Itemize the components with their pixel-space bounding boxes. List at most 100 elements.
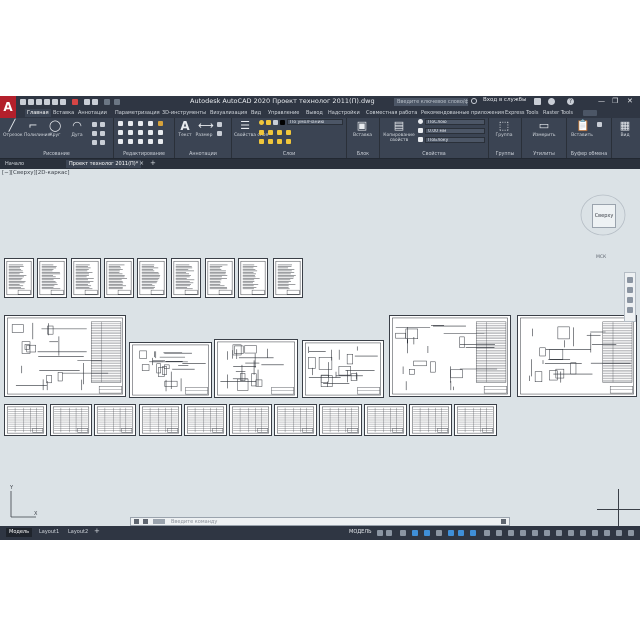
annotation-scale-icon[interactable] [520, 530, 526, 536]
view-button[interactable]: ▦ Вид [616, 120, 634, 139]
group-button[interactable]: ⬚ Группа [495, 120, 513, 139]
drawing-sheet[interactable] [273, 258, 303, 298]
match-properties-button[interactable]: ▤ Копирование свойств [382, 120, 416, 144]
isodraft-icon[interactable] [448, 530, 454, 536]
tab-raster-tools[interactable]: Raster Tools [543, 109, 573, 117]
command-close-icon[interactable] [134, 519, 139, 524]
drawing-sheet[interactable] [71, 258, 101, 298]
tab-view[interactable]: Вид [251, 109, 261, 117]
warning-icon[interactable] [72, 99, 78, 105]
file-tab-start[interactable]: Начало [2, 160, 27, 168]
save-icon[interactable] [36, 99, 42, 105]
drawing-sheet[interactable] [4, 315, 126, 397]
maximize-button[interactable]: ❐ [612, 97, 618, 105]
layer-dropdown[interactable]: По умолчанию [287, 119, 343, 125]
close-tab-icon[interactable]: × [139, 160, 144, 167]
layer-match-icon[interactable] [259, 130, 264, 135]
drawing-sheet[interactable] [389, 315, 511, 397]
command-history-icon[interactable] [153, 519, 165, 524]
quick-access-menu-icon[interactable] [114, 99, 120, 105]
linetype-dropdown[interactable]: ПоБлоку [425, 137, 485, 143]
layer-isolate-icon[interactable] [277, 130, 282, 135]
save-as-icon[interactable] [44, 99, 50, 105]
layer-previous-icon[interactable] [268, 130, 273, 135]
drawing-sheet[interactable] [50, 404, 92, 436]
viewport-controls[interactable]: [−][Сверху][2D-каркас] [2, 170, 70, 176]
tab-3d-tools[interactable]: 3D-инструменты [162, 109, 206, 117]
object-snap-icon[interactable] [470, 530, 476, 536]
object-snap-tracking-icon[interactable] [458, 530, 464, 536]
drawing-sheet[interactable] [94, 404, 136, 436]
measure-button[interactable]: ▭ Измерить [532, 120, 556, 139]
table-icon[interactable] [217, 131, 222, 136]
panel-clipboard-title[interactable]: Буфер обмена [567, 152, 611, 157]
mirror-icon[interactable] [128, 130, 133, 135]
drawing-sheet[interactable] [302, 340, 384, 398]
command-expand-icon[interactable] [501, 519, 506, 524]
panel-modify-title[interactable]: Редактирование [114, 152, 174, 157]
transparency-icon[interactable] [496, 530, 502, 536]
lineweight-dropdown[interactable]: 0.00 мм [425, 128, 485, 134]
drawing-sheet[interactable] [129, 342, 212, 398]
grid-icon[interactable] [377, 530, 383, 536]
drawing-sheet[interactable] [37, 258, 67, 298]
command-settings-icon[interactable] [143, 519, 148, 524]
drawing-sheet[interactable] [4, 258, 34, 298]
drawing-area[interactable]: [−][Сверху][2D-каркас] Сверху МСК Y X Вв… [0, 169, 640, 526]
infer-constraints-icon[interactable] [400, 530, 406, 536]
drawing-sheet[interactable] [274, 404, 317, 436]
undo-icon[interactable] [84, 99, 90, 105]
drawing-sheet[interactable] [454, 404, 497, 436]
text-button[interactable]: A Текст [176, 120, 194, 138]
model-space-toggle[interactable]: МОДЕЛЬ [349, 529, 372, 535]
drawing-sheet[interactable] [205, 258, 235, 298]
spline-icon[interactable] [100, 131, 105, 136]
layer-color-swatch[interactable] [280, 120, 285, 125]
tab-manage[interactable]: Управление [268, 109, 299, 117]
snap-icon[interactable] [386, 530, 392, 536]
open-file-icon[interactable] [28, 99, 34, 105]
selection-cycling-icon[interactable] [508, 530, 514, 536]
drawing-sheet[interactable] [409, 404, 452, 436]
region-icon[interactable] [92, 140, 97, 145]
panel-draw-title[interactable]: Рисование [0, 152, 113, 157]
gear-icon[interactable] [556, 530, 562, 536]
layer-thaw-icon[interactable] [268, 139, 273, 144]
polar-tracking-icon[interactable] [436, 530, 442, 536]
cart-icon[interactable] [534, 98, 541, 105]
annotation-visibility-icon[interactable] [532, 530, 538, 536]
plot-icon[interactable] [60, 99, 66, 105]
ribbon-minimize-icon[interactable] [583, 110, 597, 116]
zoom-icon[interactable] [627, 297, 633, 303]
ortho-icon[interactable] [424, 530, 430, 536]
layout-tab-layout2[interactable]: Layout2 [65, 528, 91, 537]
tab-express-tools[interactable]: Express Tools [505, 109, 538, 117]
drawing-sheet[interactable] [137, 258, 167, 298]
offset-icon[interactable] [158, 130, 163, 135]
insert-block-button[interactable]: ▣ Вставка [353, 120, 372, 139]
customization-menu-icon[interactable] [628, 530, 634, 536]
layer-off-icon[interactable] [286, 130, 291, 135]
navigation-bar[interactable] [624, 272, 636, 322]
layout-tab-model[interactable]: Модель [6, 528, 33, 537]
search-input[interactable]: Введите ключевое слово/фразу [394, 98, 468, 106]
tab-collaborate[interactable]: Совместная работа [366, 109, 417, 117]
boundary-icon[interactable] [100, 140, 105, 145]
autodesk-a360-icon[interactable] [548, 98, 555, 105]
explode-icon[interactable] [148, 130, 153, 135]
drawing-sheet[interactable] [171, 258, 201, 298]
tab-insert[interactable]: Вставка [53, 109, 74, 117]
search-icon[interactable] [471, 98, 477, 104]
layer-walk-icon[interactable] [286, 139, 291, 144]
tab-addins[interactable]: Надстройки [328, 109, 360, 117]
leader-icon[interactable] [217, 122, 222, 127]
ucs-menu-label[interactable]: МСК [596, 255, 606, 260]
tab-annotate[interactable]: Аннотации [78, 109, 107, 117]
drawing-sheet[interactable] [4, 404, 47, 436]
erase-icon[interactable] [148, 121, 153, 126]
panel-block-title[interactable]: Блок [347, 152, 379, 157]
scale-icon[interactable] [128, 139, 133, 144]
copy-clip-icon[interactable] [597, 122, 602, 127]
drawing-sheet[interactable] [139, 404, 182, 436]
pan-icon[interactable] [627, 287, 633, 293]
